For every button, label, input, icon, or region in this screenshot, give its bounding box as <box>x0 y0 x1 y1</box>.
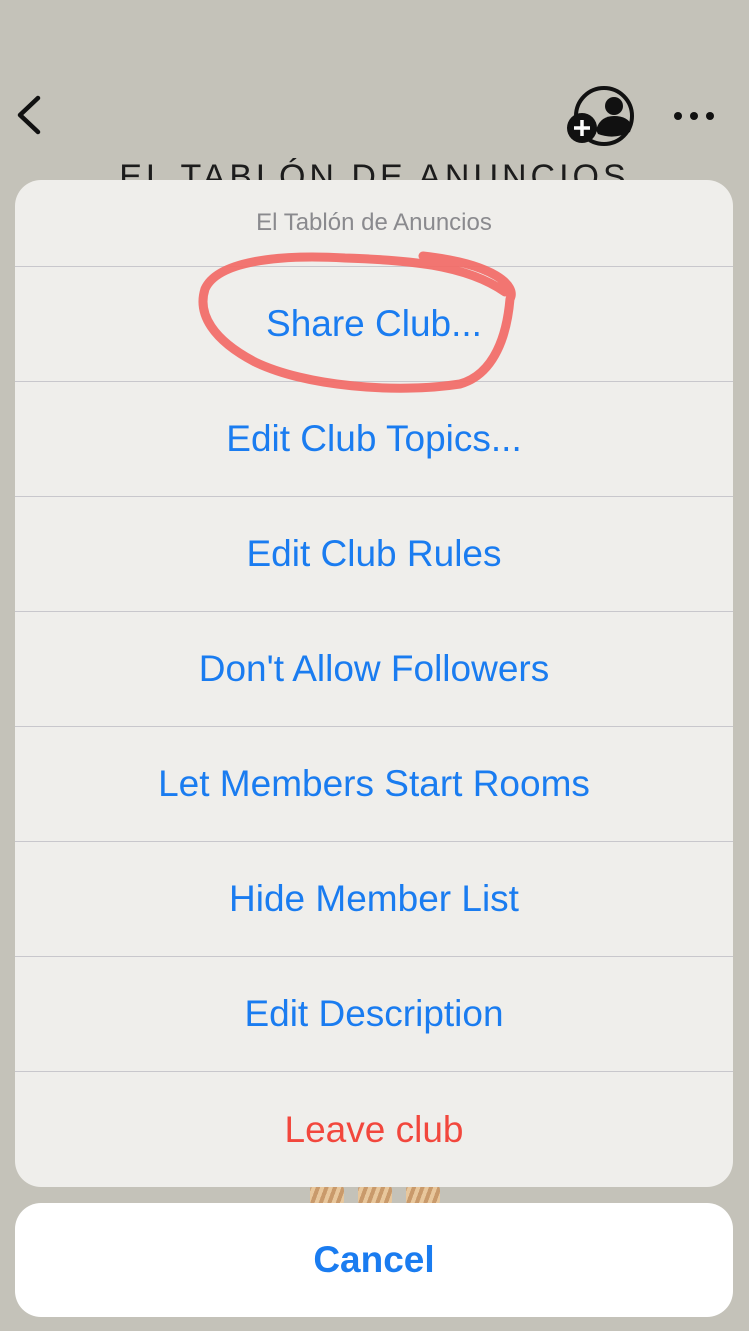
action-sheet: El Tablón de Anuncios Share Club... Edit… <box>15 180 733 1187</box>
action-sheet-title: El Tablón de Anuncios <box>15 180 733 267</box>
more-options-icon[interactable] <box>668 104 720 128</box>
nav-bar: El Tablón de Anuncios <box>0 0 749 196</box>
back-chevron-icon[interactable] <box>10 90 50 140</box>
edit-description-button[interactable]: Edit Description <box>15 957 733 1072</box>
hide-member-list-button[interactable]: Hide Member List <box>15 842 733 957</box>
edit-club-topics-button[interactable]: Edit Club Topics... <box>15 382 733 497</box>
add-member-icon[interactable] <box>564 86 640 146</box>
share-club-button[interactable]: Share Club... <box>15 267 733 382</box>
let-members-start-rooms-button[interactable]: Let Members Start Rooms <box>15 727 733 842</box>
edit-club-rules-button[interactable]: Edit Club Rules <box>15 497 733 612</box>
dont-allow-followers-button[interactable]: Don't Allow Followers <box>15 612 733 727</box>
cancel-button[interactable]: Cancel <box>15 1203 733 1317</box>
leave-club-button[interactable]: Leave club <box>15 1072 733 1187</box>
